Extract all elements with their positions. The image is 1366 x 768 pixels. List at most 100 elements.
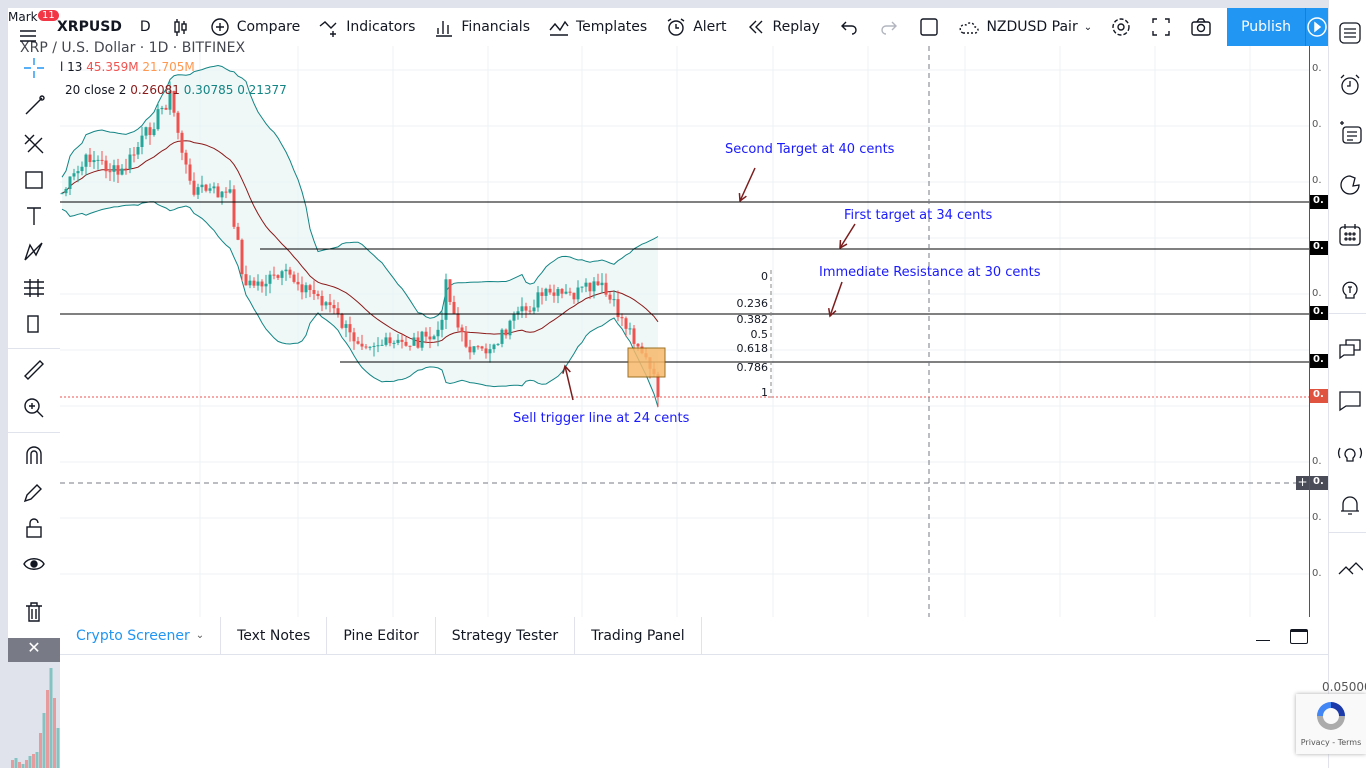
patterns-tool[interactable] [22,240,46,264]
candle-body [132,154,136,156]
ruler-icon [24,360,44,380]
shapes-tool[interactable] [22,168,46,192]
lock-drawings-tool[interactable] [22,516,46,540]
price-axis[interactable] [1309,46,1328,617]
tab-strategy-tester[interactable]: Strategy Tester [436,617,576,654]
candle-body [612,299,616,301]
crosshair-tool[interactable] [22,56,46,80]
candle-body [340,313,344,328]
zoom-tool[interactable] [22,396,46,420]
text-icon [27,207,41,225]
undo-button[interactable] [829,8,869,46]
magnet-tool[interactable] [22,444,46,468]
recaptcha-badge[interactable]: Privacy - Terms [1296,694,1366,754]
broadcast-bulb-icon [1338,447,1362,462]
chats-button[interactable] [1337,336,1363,362]
minimize-panel-button[interactable] [1256,640,1270,641]
add-alert-plus[interactable]: + [1296,476,1309,490]
fullscreen-toggle[interactable] [909,8,949,46]
icons-tool[interactable] [22,312,46,336]
indicators-button[interactable]: Indicators [309,8,424,46]
lightbulb-icon [1342,281,1358,299]
chart-pane[interactable]: XRP / U.S. Dollar · 1D · BITFINEX l 13 4… [20,40,1328,617]
redo-button[interactable] [869,8,909,46]
compare-label: Compare [236,19,301,35]
candle-body [264,283,268,287]
comments-button[interactable] [1337,388,1363,414]
candle-body [588,282,592,292]
bb-basis: 0.26081 [130,83,180,97]
prediction-tool[interactable] [22,276,46,300]
candle-body [220,191,224,198]
volume-bar [53,698,56,768]
sell-trigger-annotation[interactable]: Sell trigger line at 24 cents [513,411,689,426]
data-window-button[interactable] [1337,120,1363,146]
fib-level: 0.382 [736,313,769,326]
collapse-sidebar-button[interactable] [1337,556,1364,582]
candle-body [64,188,68,194]
bottom-panel: Crypto Screener ⌄ Text Notes Pine Editor … [60,617,1366,768]
resistance-annotation[interactable]: Immediate Resistance at 30 cents [819,265,1041,280]
templates-button[interactable]: Templates [539,8,656,46]
pitchfork-tool[interactable] [22,132,46,156]
replay-button[interactable]: Replay [736,8,829,46]
candle-body [288,269,292,275]
financials-button[interactable]: Financials [424,8,539,46]
hotlists-button[interactable] [1337,172,1363,198]
candle-body [524,306,528,311]
tab-pine-editor[interactable]: Pine Editor [327,617,436,654]
notifications-button[interactable] [1337,492,1363,518]
candle-body [144,127,148,136]
alerts-button[interactable] [1337,72,1363,98]
tab-text-notes[interactable]: Text Notes [221,617,328,654]
trend-line-tool[interactable] [22,94,46,118]
annotation-arrow [839,223,856,249]
candle-body [304,285,308,293]
measure-tool[interactable] [22,358,46,382]
pattern-icon [24,242,43,261]
watchlist-button[interactable] [1337,20,1363,46]
streams-button[interactable] [1337,440,1363,466]
candle-body [380,344,384,346]
candle-body [232,189,236,227]
publish-button[interactable]: Publish [1227,8,1305,46]
candle-body [604,282,608,295]
candle-body [440,319,444,330]
publish-video-button[interactable] [1305,8,1328,46]
first-target-annotation[interactable]: First target at 34 cents [844,208,992,223]
alert-button[interactable]: Alert [656,8,735,46]
layout-selector[interactable]: NZDUSD Pair ⌄ [949,8,1101,46]
recaptcha-links[interactable]: Privacy - Terms [1296,738,1366,747]
last-price-label: 0. [1310,389,1328,403]
square-icon [920,18,939,36]
play-circle-icon [1307,17,1327,37]
hide-drawings-tool[interactable] [22,552,46,576]
candle-body [580,286,584,288]
ideas-button[interactable] [1337,276,1363,302]
maximize-panel-button[interactable] [1290,629,1308,644]
snapshot-button[interactable] [1181,8,1221,46]
collapse-toolbar-button[interactable]: ✕ [8,638,60,662]
candle-body [436,329,440,337]
candle-body [468,346,472,353]
settings-button[interactable] [1101,8,1141,46]
text-tool[interactable] [22,204,46,228]
fullscreen-button[interactable] [1141,8,1181,46]
undo-icon [840,21,857,35]
candle-body [492,344,496,350]
tab-trading-panel[interactable]: Trading Panel [575,617,702,654]
price-tick: 0. [1312,512,1322,523]
candle-body [344,324,348,328]
second-target-annotation[interactable]: Second Target at 40 cents [725,142,894,157]
candle-body [76,171,80,174]
stay-drawing-tool[interactable] [22,480,46,504]
volume-mini-chart [11,668,60,768]
candle-body [424,331,428,337]
calendar-button[interactable] [1337,222,1363,248]
candle-body [472,346,476,353]
cloud-icon [959,22,980,34]
candle-body [352,332,356,342]
tab-crypto-screener[interactable]: Crypto Screener ⌄ [60,617,222,654]
candle-body [512,314,516,321]
remove-drawings-tool[interactable] [22,600,46,624]
